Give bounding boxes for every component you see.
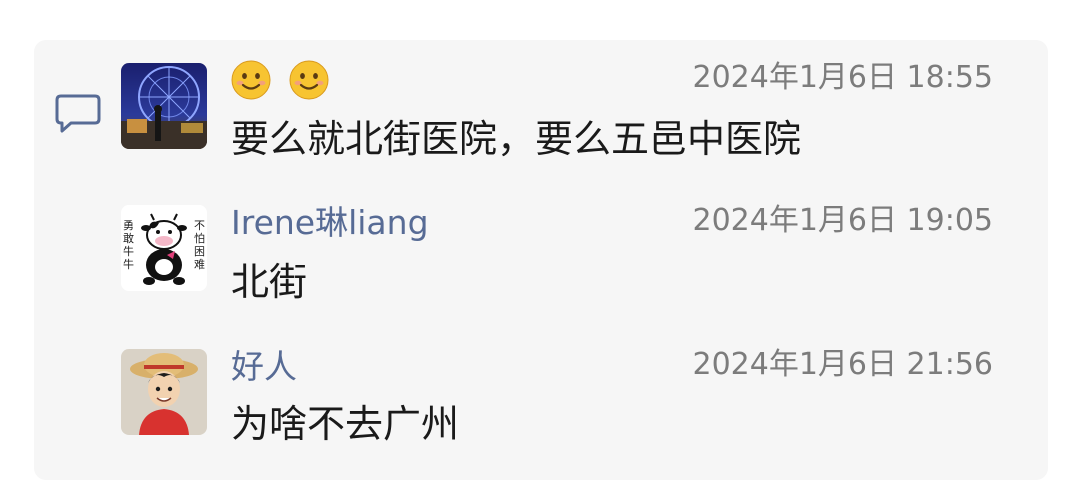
ferris-wheel-photo [121,63,207,149]
smiling-face-emoji [231,60,271,99]
comment-author[interactable]: Irene琳liang [231,203,429,243]
avatar[interactable]: 勇敢牛牛 不怕困难 [121,205,207,291]
avatar[interactable] [121,349,207,435]
comment-text[interactable]: 为啥不去广州 [231,401,459,447]
comment-author-emojis[interactable] [231,58,347,100]
avatar[interactable] [121,63,207,149]
comment-time: 2024年1月6日 21:56 [692,347,993,382]
comment-time: 2024年1月6日 19:05 [692,203,993,238]
anime-boy-avatar [121,349,207,435]
comment-icon [55,94,101,133]
avatar-caption-left: 勇敢牛牛 [123,219,134,271]
comment-text[interactable]: 要么就北街医院，要么五邑中医院 [231,116,801,162]
comment-text[interactable]: 北街 [231,259,307,305]
smiling-face-emoji [289,60,329,99]
comment-time: 2024年1月6日 18:55 [692,60,993,95]
avatar-caption-right: 不怕困难 [194,219,205,271]
comment-author[interactable]: 好人 [231,347,297,387]
